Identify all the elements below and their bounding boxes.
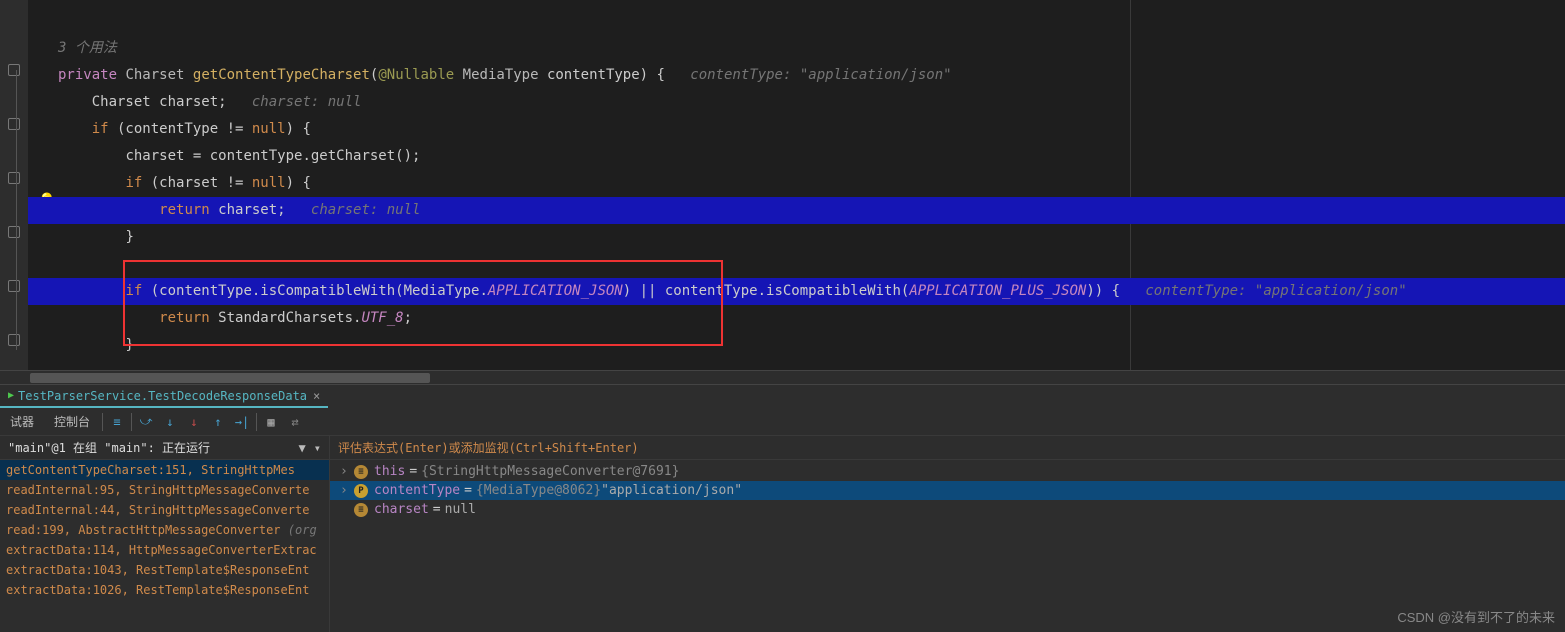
expand-icon[interactable]: › [340, 464, 350, 479]
param-icon: P [354, 484, 368, 498]
thread-selector[interactable]: "main"@1 在组 "main": 正在运行 ▼ ▾ [0, 436, 329, 460]
run-tab-bar: ▶ TestParserService.TestDecodeResponseDa… [0, 384, 1565, 408]
stack-frame[interactable]: extractData:114, HttpMessageConverterExt… [0, 540, 329, 560]
debugger-tab[interactable]: 试器 [0, 413, 44, 430]
code-line[interactable]: return StandardCharsets.UTF_8; [28, 305, 1565, 332]
fold-icon[interactable] [8, 334, 20, 346]
code-line[interactable]: charset = contentType.getCharset(); [28, 143, 1565, 170]
code-line[interactable]: private Charset getContentTypeCharset(@N… [28, 62, 1565, 89]
fold-icon[interactable] [8, 64, 20, 76]
expand-icon[interactable]: › [340, 483, 350, 498]
step-out-icon[interactable]: ↑ [206, 410, 230, 434]
code-editor[interactable]: 💡 3 个用法 private Charset getContentTypeCh… [0, 0, 1565, 370]
scrollbar-thumb[interactable] [30, 373, 430, 383]
run-config-tab[interactable]: ▶ TestParserService.TestDecodeResponseDa… [0, 385, 328, 408]
step-over-icon[interactable]: ⤻ [134, 410, 158, 434]
separator [256, 413, 257, 431]
separator [131, 413, 132, 431]
stack-frame[interactable]: readInternal:44, StringHttpMessageConver… [0, 500, 329, 520]
stack-frame[interactable]: read:199, AbstractHttpMessageConverter (… [0, 520, 329, 540]
stack-frame[interactable]: extractData:1026, RestTemplate$ResponseE… [0, 580, 329, 600]
variables-list: › ≡ this = {StringHttpMessageConverter@7… [330, 460, 1565, 632]
run-to-cursor-icon[interactable]: →| [230, 410, 254, 434]
code-line[interactable]: Charset charset; charset: null [28, 89, 1565, 116]
run-tab-label: TestParserService.TestDecodeResponseData [18, 389, 307, 403]
show-frames-icon[interactable]: ≡ [105, 410, 129, 434]
stack-frame[interactable]: readInternal:95, StringHttpMessageConver… [0, 480, 329, 500]
frames-panel[interactable]: "main"@1 在组 "main": 正在运行 ▼ ▾ getContentT… [0, 436, 330, 632]
variables-panel[interactable]: 评估表达式(Enter)或添加监视(Ctrl+Shift+Enter) › ≡ … [330, 436, 1565, 632]
fold-icon[interactable] [8, 172, 20, 184]
code-line[interactable]: } [28, 224, 1565, 251]
code-line[interactable]: if (contentType != null) { [28, 116, 1565, 143]
variable-content-type[interactable]: › P contentType = {MediaType@8062} "appl… [330, 481, 1565, 500]
filter-icon[interactable]: ▼ [299, 441, 306, 455]
variable-charset[interactable]: ≡ charset = null [330, 500, 1565, 519]
editor-gutter[interactable] [0, 0, 28, 370]
usages-hint[interactable]: 3 个用法 [28, 35, 1565, 62]
variable-this[interactable]: › ≡ this = {StringHttpMessageConverter@7… [330, 462, 1565, 481]
separator [102, 413, 103, 431]
force-step-into-icon[interactable]: ↓ [182, 410, 206, 434]
object-icon: ≡ [354, 503, 368, 517]
dropdown-icon[interactable]: ▾ [314, 441, 321, 455]
debug-panel: "main"@1 在组 "main": 正在运行 ▼ ▾ getContentT… [0, 436, 1565, 632]
run-status-icon: ▶ [8, 390, 14, 401]
evaluate-icon[interactable]: ▦ [259, 410, 283, 434]
code-line[interactable]: } [28, 332, 1565, 359]
stack-frame[interactable]: extractData:1043, RestTemplate$ResponseE… [0, 560, 329, 580]
object-icon: ≡ [354, 465, 368, 479]
console-tab[interactable]: 控制台 [44, 413, 100, 430]
horizontal-scrollbar[interactable] [0, 370, 1565, 384]
eval-placeholder: 评估表达式(Enter)或添加监视(Ctrl+Shift+Enter) [338, 439, 639, 456]
thread-label: "main"@1 在组 "main": 正在运行 [8, 439, 210, 456]
fold-icon[interactable] [8, 226, 20, 238]
execution-point-line[interactable]: return charset; charset: null [28, 197, 1565, 224]
code-line[interactable]: if (contentType.isCompatibleWith(MediaTy… [28, 278, 1565, 305]
stack-frame[interactable]: getContentTypeCharset:151, StringHttpMes [0, 460, 329, 480]
code-line[interactable]: if (charset != null) { [28, 170, 1565, 197]
code-line[interactable] [28, 251, 1565, 278]
settings-icon[interactable]: ⇄ [283, 410, 307, 434]
step-into-icon[interactable]: ↓ [158, 410, 182, 434]
close-icon[interactable]: × [313, 389, 320, 403]
fold-icon[interactable] [8, 280, 20, 292]
watermark: CSDN @没有到不了的未来 [1397, 607, 1555, 626]
debugger-toolbar: 试器 控制台 ≡ ⤻ ↓ ↓ ↑ →| ▦ ⇄ [0, 408, 1565, 436]
code-content[interactable]: 3 个用法 private Charset getContentTypeChar… [28, 0, 1565, 370]
fold-icon[interactable] [8, 118, 20, 130]
evaluate-expression-input[interactable]: 评估表达式(Enter)或添加监视(Ctrl+Shift+Enter) [330, 436, 1565, 460]
